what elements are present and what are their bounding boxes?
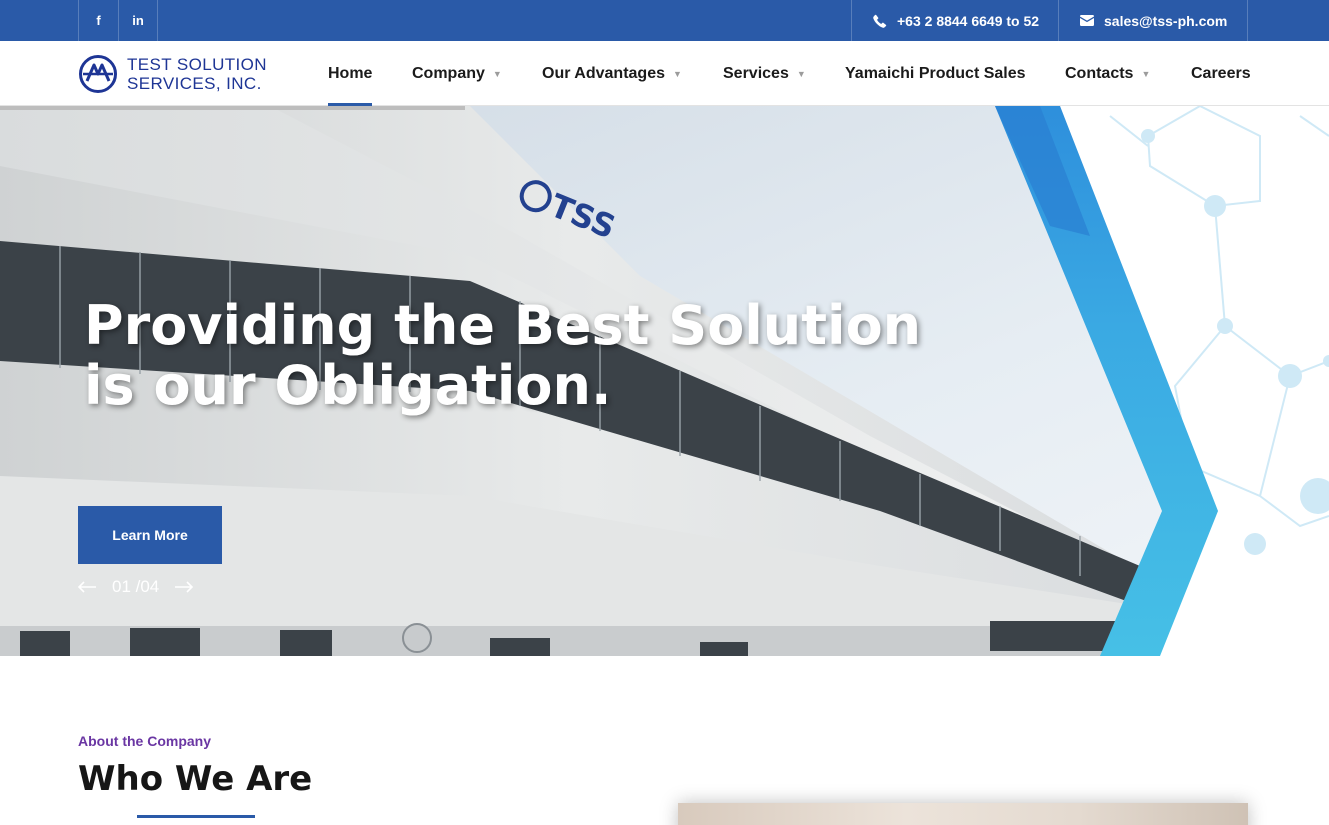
next-arrow-icon[interactable] bbox=[173, 576, 195, 598]
caret-down-icon: ▼ bbox=[492, 68, 502, 79]
nav-our-advantages[interactable]: Our Advantages ▼ bbox=[542, 41, 682, 106]
top-bar: f in +63 2 8844 6649 to 52 sales@tss-ph.… bbox=[0, 0, 1329, 41]
slide-counter: 01 /04 bbox=[112, 577, 160, 596]
slider-progress-bar bbox=[0, 106, 465, 110]
linkedin-icon[interactable]: in bbox=[118, 0, 158, 41]
social-links: f in bbox=[78, 0, 158, 41]
title-underline bbox=[137, 815, 255, 818]
email-contact[interactable]: sales@tss-ph.com bbox=[1058, 0, 1248, 41]
envelope-icon bbox=[1080, 15, 1094, 26]
nav-home-label: Home bbox=[328, 64, 373, 82]
nav-services[interactable]: Services ▼ bbox=[723, 41, 806, 106]
company-logo[interactable]: TEST SOLUTION SERVICES, INC. bbox=[78, 53, 267, 95]
nav-contacts-label: Contacts bbox=[1065, 64, 1134, 82]
logo-line-1: TEST SOLUTION bbox=[127, 55, 267, 74]
learn-more-button[interactable]: Learn More bbox=[78, 506, 222, 564]
email-address: sales@tss-ph.com bbox=[1104, 12, 1228, 29]
nav-home[interactable]: Home bbox=[328, 41, 373, 106]
logo-line-2: SERVICES, INC. bbox=[127, 74, 262, 93]
hero-headline-line-2: is our Obligation. bbox=[84, 354, 612, 417]
main-header: TEST SOLUTION SERVICES, INC. Home Compan… bbox=[0, 41, 1329, 106]
hero-headline-line-1: Providing the Best Solution bbox=[84, 294, 922, 357]
nav-contacts[interactable]: Contacts ▼ bbox=[1065, 41, 1150, 106]
nav-careers-label: Careers bbox=[1191, 64, 1251, 82]
section-title: Who We Are bbox=[78, 759, 313, 799]
caret-down-icon: ▼ bbox=[673, 68, 682, 79]
phone-icon bbox=[873, 14, 887, 28]
facebook-icon[interactable]: f bbox=[78, 0, 118, 41]
tss-logo-icon bbox=[79, 55, 117, 93]
nav-yamaichi-product-sales[interactable]: Yamaichi Product Sales bbox=[845, 41, 1026, 106]
hero-headline: Providing the Best Solution is our Oblig… bbox=[84, 296, 964, 416]
about-image bbox=[678, 803, 1248, 825]
nav-yamaichi-label: Yamaichi Product Sales bbox=[845, 64, 1026, 82]
section-eyebrow: About the Company bbox=[78, 733, 211, 749]
nav-our-advantages-label: Our Advantages bbox=[542, 64, 665, 82]
logo-text: TEST SOLUTION SERVICES, INC. bbox=[127, 55, 267, 93]
nav-company[interactable]: Company ▼ bbox=[412, 41, 502, 106]
nav-company-label: Company bbox=[412, 64, 485, 82]
nav-services-label: Services bbox=[723, 64, 789, 82]
nav-careers[interactable]: Careers bbox=[1191, 41, 1251, 106]
caret-down-icon: ▼ bbox=[1141, 68, 1151, 79]
slider-navigation: 01 /04 bbox=[76, 576, 195, 598]
phone-number: +63 2 8844 6649 to 52 bbox=[897, 12, 1040, 29]
hero-slider: TSS Providing the Best Solution is our O… bbox=[0, 106, 1329, 656]
phone-contact[interactable]: +63 2 8844 6649 to 52 bbox=[851, 0, 1059, 41]
caret-down-icon: ▼ bbox=[796, 68, 806, 79]
prev-arrow-icon[interactable] bbox=[76, 576, 98, 598]
